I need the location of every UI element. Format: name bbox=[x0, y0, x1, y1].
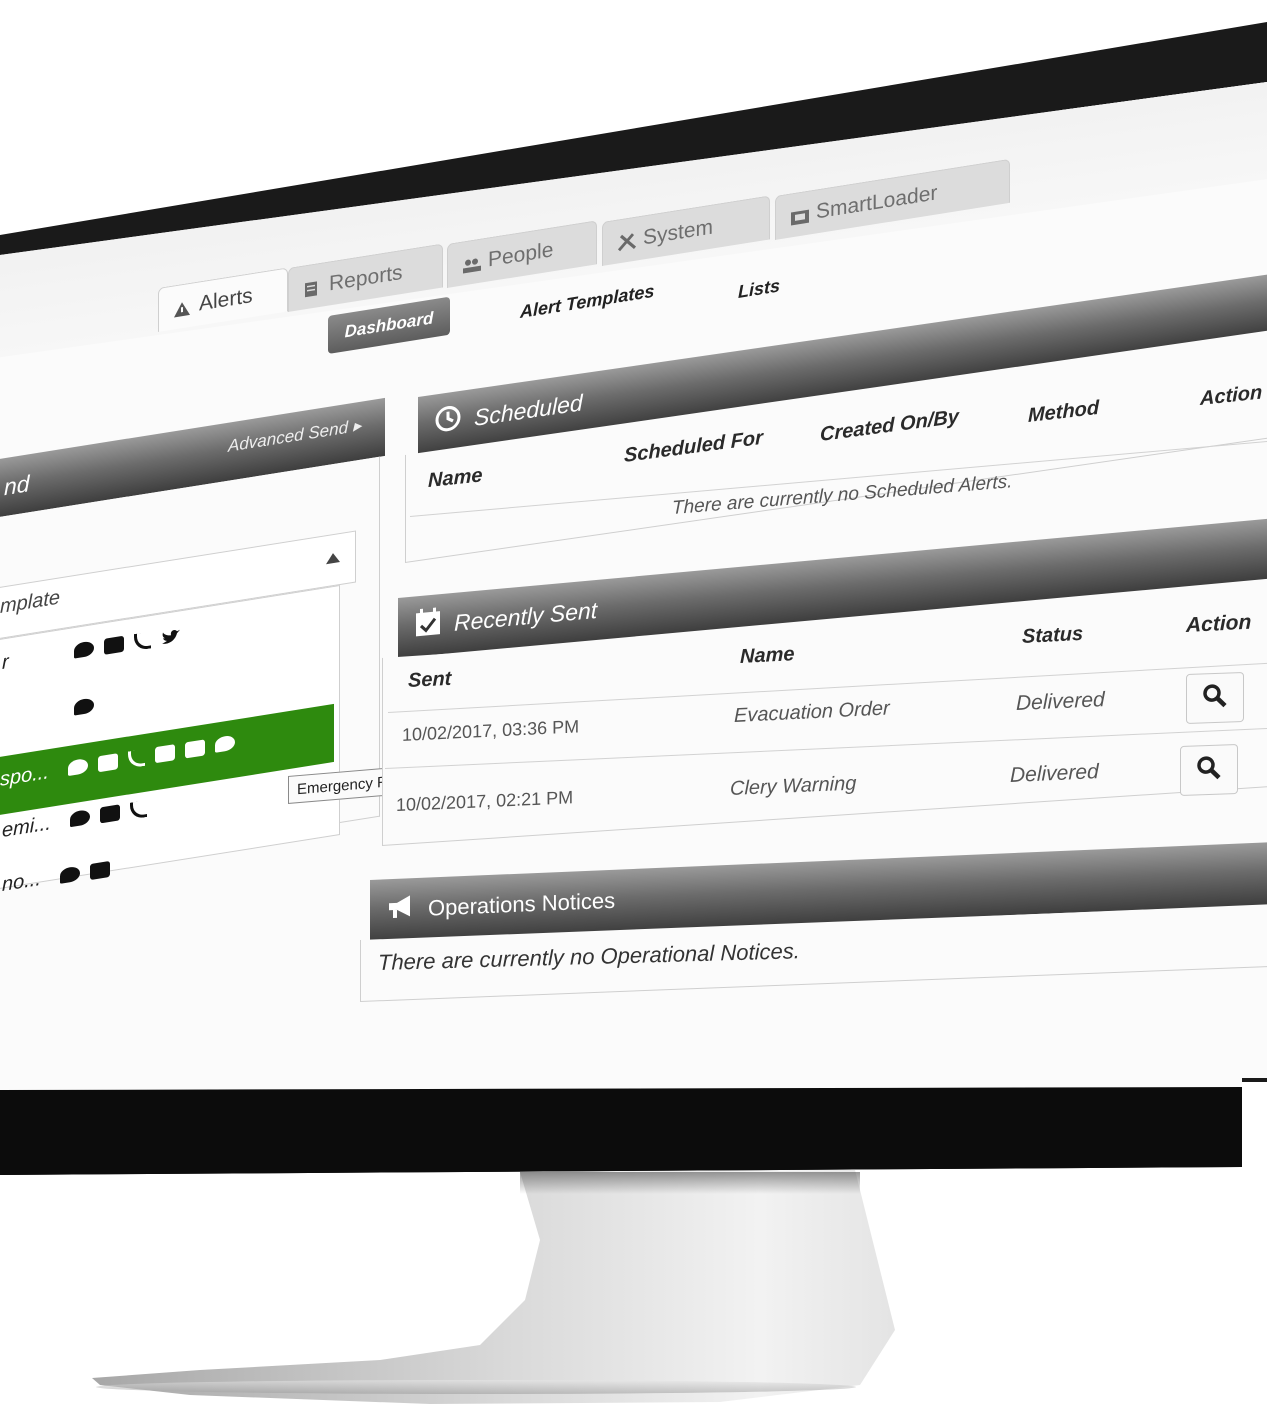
desktop-alert-icon bbox=[215, 734, 236, 753]
monitor-stand-neck-shadow bbox=[520, 1172, 860, 1194]
status: Delivered bbox=[1010, 760, 1099, 787]
view-button[interactable] bbox=[1186, 671, 1244, 724]
email-icon bbox=[104, 635, 125, 656]
facebook-icon bbox=[185, 739, 206, 759]
megaphone-icon bbox=[386, 892, 416, 927]
smartloader-icon bbox=[790, 205, 809, 225]
people-icon bbox=[462, 253, 481, 273]
email-icon bbox=[100, 804, 121, 824]
desktop-alert-icon bbox=[74, 697, 94, 716]
list-item-label: spo... bbox=[0, 761, 49, 791]
search-icon bbox=[1196, 754, 1222, 786]
twitter-icon bbox=[161, 627, 181, 646]
view-button[interactable] bbox=[1180, 743, 1238, 796]
chat-icon bbox=[74, 640, 95, 659]
recently-sent-title: Recently Sent bbox=[454, 596, 598, 636]
quick-send-title: nd bbox=[4, 469, 30, 500]
channel-icons bbox=[74, 697, 94, 716]
subnav-alert-templates[interactable]: Alert Templates bbox=[520, 281, 654, 323]
channel-icons bbox=[60, 860, 111, 885]
chat-icon bbox=[70, 809, 91, 828]
tab-label: Alerts bbox=[199, 283, 253, 316]
list-item-label: no... bbox=[2, 867, 41, 896]
subnav-lists[interactable]: Lists bbox=[738, 275, 780, 303]
advanced-send-link[interactable]: Advanced Send ▸ bbox=[228, 416, 361, 457]
col-action: Action bbox=[1186, 610, 1252, 637]
col-sent: Sent bbox=[408, 667, 452, 692]
report-icon bbox=[303, 277, 321, 297]
operations-title: Operations Notices bbox=[428, 887, 616, 921]
scheduled-title: Scheduled bbox=[474, 388, 583, 431]
col-status: Status bbox=[1022, 622, 1084, 648]
chevron-up-icon bbox=[325, 550, 341, 571]
tools-icon bbox=[617, 231, 637, 251]
phone-icon bbox=[130, 800, 148, 820]
search-icon bbox=[1202, 682, 1228, 714]
monitor-stand-base bbox=[96, 1380, 856, 1394]
email-icon bbox=[90, 860, 111, 880]
status: Delivered bbox=[1016, 688, 1105, 715]
clock-icon bbox=[434, 403, 462, 441]
chat-icon bbox=[68, 758, 89, 777]
list-item-label: r bbox=[2, 650, 9, 674]
rss-icon bbox=[128, 749, 146, 769]
tab-label: People bbox=[488, 237, 554, 272]
tab-label: Reports bbox=[329, 260, 403, 296]
email-icon bbox=[98, 753, 119, 773]
calendar-check-icon bbox=[414, 606, 442, 645]
twitter-icon bbox=[155, 744, 176, 764]
chat-icon bbox=[60, 865, 81, 884]
tab-label: System bbox=[643, 214, 714, 250]
col-name: Name bbox=[740, 643, 795, 668]
warning-icon bbox=[173, 297, 191, 317]
rss-icon bbox=[134, 631, 152, 652]
channel-icons bbox=[68, 734, 236, 778]
